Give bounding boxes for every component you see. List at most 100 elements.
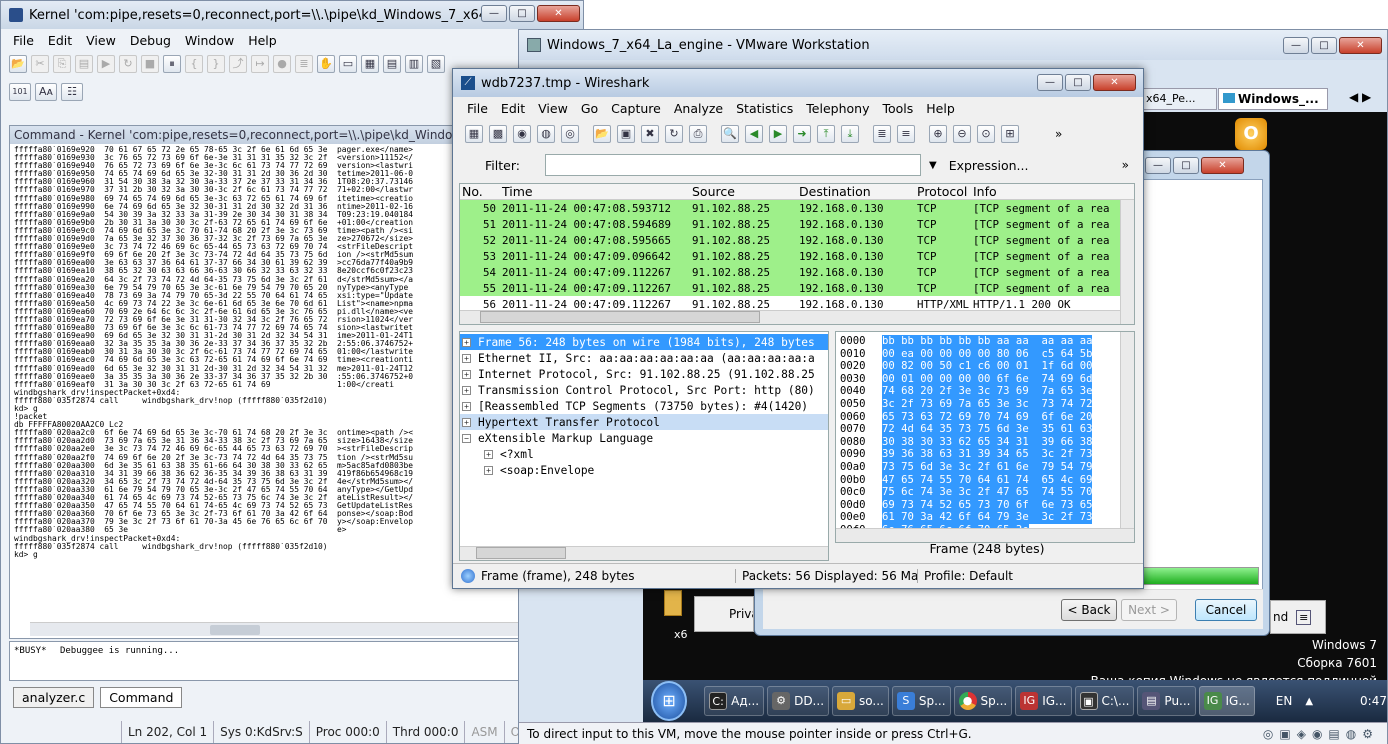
windbg-maximize-button[interactable]: □ bbox=[509, 5, 535, 22]
expand-icon[interactable]: + bbox=[462, 353, 471, 363]
windbg-menu-edit[interactable]: Edit bbox=[48, 33, 72, 48]
back-button[interactable]: < Back bbox=[1061, 599, 1117, 621]
source-lines-icon[interactable]: 101 bbox=[9, 83, 31, 101]
tree-item[interactable]: + Hypertext Transfer Protocol bbox=[460, 414, 828, 430]
vm-tab-close-icon[interactable]: ✕ bbox=[1327, 92, 1328, 106]
cancel-button[interactable]: Cancel bbox=[1195, 599, 1257, 621]
taskbar-item-8[interactable]: ▤ Pu... bbox=[1137, 686, 1196, 716]
packet-row[interactable]: 55 2011-11-24 00:47:09.112267 91.102.88.25… bbox=[460, 280, 1134, 296]
col-info[interactable]: Info bbox=[971, 184, 1131, 199]
taskbar-item-1[interactable]: C: Ад... bbox=[704, 686, 765, 716]
hex-bytes[interactable]: bb bb bb bb bb bb aa aa aa aa aa bbox=[882, 335, 1093, 348]
windbg-menu-file[interactable]: File bbox=[13, 33, 34, 48]
hex-bytes[interactable]: 73 75 6d 3e 3c 2f 61 6e 79 54 79 bbox=[882, 460, 1093, 474]
command-window-icon[interactable]: ▭ bbox=[339, 55, 357, 73]
go-forward-icon[interactable]: ▶ bbox=[769, 125, 787, 143]
ws-menu-view[interactable]: View bbox=[538, 101, 568, 116]
colorize-icon[interactable]: ≣ bbox=[873, 125, 891, 143]
go-to-packet-icon[interactable]: ➜ bbox=[793, 125, 811, 143]
hex-bytes[interactable]: 65 73 63 72 69 70 74 69 6f 6e 20 bbox=[882, 410, 1093, 424]
tray-arrow-icon[interactable]: ▲ bbox=[1305, 696, 1313, 707]
hex-bytes[interactable]: 47 65 74 55 70 64 61 74 65 4c 69 bbox=[882, 473, 1093, 487]
auto-scroll-icon[interactable]: ≡ bbox=[897, 125, 915, 143]
outlook-icon[interactable]: O bbox=[1235, 118, 1267, 150]
breakpoint-icon[interactable]: ● bbox=[273, 55, 291, 73]
interfaces-icon[interactable]: ▦ bbox=[465, 125, 483, 143]
hex-bytes[interactable]: 00 ea 00 00 00 00 80 06 c5 64 5b bbox=[882, 347, 1093, 361]
tree-item[interactable]: + [Reassembled TCP Segments (73750 bytes)… bbox=[460, 398, 828, 414]
expand-icon[interactable]: + bbox=[462, 337, 471, 347]
taskbar-item-4[interactable]: S Sp... bbox=[891, 686, 951, 716]
taskbar-item-7[interactable]: ▣ C:\... bbox=[1074, 686, 1135, 716]
packet-list-vscroll[interactable] bbox=[1120, 200, 1134, 324]
windbg-minimize-button[interactable]: — bbox=[481, 5, 507, 22]
col-no[interactable]: No. bbox=[460, 184, 500, 199]
command-hscroll-thumb[interactable] bbox=[210, 625, 260, 635]
clock[interactable]: 0:47 bbox=[1360, 694, 1387, 708]
taskbar-item-3[interactable]: ▭ so... bbox=[832, 686, 889, 716]
vm-tab-2[interactable]: Windows_...✕ bbox=[1218, 88, 1328, 110]
details-hscroll[interactable] bbox=[460, 546, 828, 560]
hex-bytes[interactable]: 39 36 38 63 31 39 34 65 3c 2f 73 bbox=[882, 448, 1093, 461]
tree-item[interactable]: + Internet Protocol, Src: 91.102.88.25 (9… bbox=[460, 366, 828, 382]
hex-bytes[interactable]: 61 70 3a 42 6f 64 79 3e 3c 2f 73 bbox=[882, 511, 1093, 524]
packet-row[interactable]: 50 2011-11-24 00:47:08.593712 91.102.88.25… bbox=[460, 200, 1134, 216]
wizard-maximize-button[interactable]: □ bbox=[1173, 157, 1199, 174]
watch-window-icon[interactable]: ▦ bbox=[361, 55, 379, 73]
expand-icon[interactable]: + bbox=[484, 465, 493, 475]
start-capture-icon[interactable]: ◉ bbox=[513, 125, 531, 143]
tree-item[interactable]: + Ethernet II, Src: aa:aa:aa:aa:aa:aa (aa… bbox=[460, 350, 828, 366]
packet-list-hscroll-thumb[interactable] bbox=[480, 311, 760, 323]
ws-menu-telephony[interactable]: Telephony bbox=[806, 101, 869, 116]
ws-menu-tools[interactable]: Tools bbox=[882, 101, 913, 116]
hex-bytes[interactable]: 72 4d 64 35 73 75 6d 3e 35 61 63 bbox=[882, 423, 1093, 436]
bytes-tab[interactable]: Frame (248 bytes) bbox=[849, 539, 1125, 559]
expression-button[interactable]: Expression... bbox=[949, 158, 1029, 173]
packet-row[interactable]: 53 2011-11-24 00:47:09.096642 91.102.88.25… bbox=[460, 248, 1134, 264]
expand-icon[interactable]: + bbox=[462, 369, 471, 379]
run-to-cursor-icon[interactable]: ↦ bbox=[251, 55, 269, 73]
start-button[interactable]: ⊞ bbox=[651, 681, 688, 721]
hex-bytes[interactable]: 69 73 74 52 65 73 70 6f 6e 73 65 bbox=[882, 498, 1093, 512]
packet-row[interactable]: 54 2011-11-24 00:47:09.112267 91.102.88.25… bbox=[460, 264, 1134, 280]
zoom-out-icon[interactable]: ⊖ bbox=[953, 125, 971, 143]
zoom-in-icon[interactable]: ⊕ bbox=[929, 125, 947, 143]
source-mode-icon[interactable]: ≣ bbox=[295, 55, 313, 73]
stop-capture-icon[interactable]: ◍ bbox=[537, 125, 555, 143]
font-icon[interactable]: Aᴀ bbox=[35, 83, 57, 101]
tree-item[interactable]: + <soap:Envelope bbox=[460, 462, 828, 478]
vmware-minimize-button[interactable]: — bbox=[1283, 37, 1309, 54]
col-destination[interactable]: Destination bbox=[797, 184, 915, 199]
print-icon[interactable]: ⎙ bbox=[689, 125, 707, 143]
col-protocol[interactable]: Protocol bbox=[915, 184, 971, 199]
hex-bytes[interactable]: 3c 2f 73 69 7a 65 3e 3c 73 74 72 bbox=[882, 397, 1093, 411]
break-icon[interactable]: ⏸ bbox=[163, 55, 181, 73]
step-out-icon[interactable]: ⤴ bbox=[229, 55, 247, 73]
command-input-area[interactable]: *BUSY* Debuggee is running... bbox=[9, 641, 585, 681]
windbg-menu-view[interactable]: View bbox=[86, 33, 116, 48]
cut-icon[interactable]: ✂ bbox=[31, 55, 49, 73]
tree-item[interactable]: + Frame 56: 248 bytes on wire (1984 bits)… bbox=[460, 334, 828, 350]
step-over-icon[interactable]: } bbox=[207, 55, 225, 73]
go-icon[interactable]: ▶ bbox=[97, 55, 115, 73]
stop-icon[interactable]: ■ bbox=[141, 55, 159, 73]
taskbar-item-5[interactable]: ● Sp... bbox=[953, 686, 1013, 716]
vm-tab-nav-icon[interactable]: ◀ ▶ bbox=[1349, 90, 1371, 104]
ws-menu-analyze[interactable]: Analyze bbox=[674, 101, 723, 116]
tree-item[interactable]: − eXtensible Markup Language bbox=[460, 430, 828, 446]
vmware-maximize-button[interactable]: □ bbox=[1311, 37, 1337, 54]
capture-options-icon[interactable]: ▩ bbox=[489, 125, 507, 143]
locals-window-icon[interactable]: ▤ bbox=[383, 55, 401, 73]
hand-icon[interactable]: ✋ bbox=[317, 55, 335, 73]
hex-bytes[interactable]: 74 68 20 2f 3e 3c 73 69 7a 65 3e bbox=[882, 385, 1093, 398]
close-file-icon[interactable]: ✖ bbox=[641, 125, 659, 143]
toolbar-overflow-icon[interactable]: » bbox=[1055, 127, 1062, 141]
hex-bytes[interactable]: 00 82 00 50 c1 c6 00 01 1f 6d 00 bbox=[882, 360, 1093, 373]
windbg-close-button[interactable]: ✕ bbox=[537, 5, 580, 22]
language-indicator[interactable]: EN bbox=[1276, 694, 1293, 708]
expert-info-icon[interactable] bbox=[461, 568, 475, 583]
go-last-icon[interactable]: ⤓ bbox=[841, 125, 859, 143]
windbg-menu-help[interactable]: Help bbox=[248, 33, 277, 48]
ws-menu-statistics[interactable]: Statistics bbox=[736, 101, 793, 116]
paste-icon[interactable]: ▤ bbox=[75, 55, 93, 73]
